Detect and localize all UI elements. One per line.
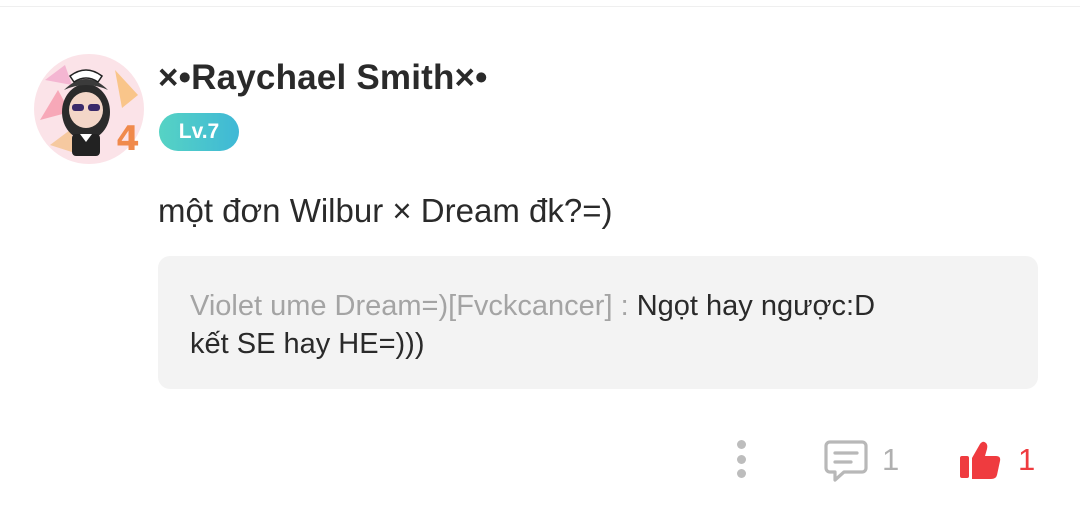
more-vertical-icon-dot [736,469,746,478]
more-vertical-icon-dot [736,454,746,464]
reply-button[interactable]: 1 [822,434,899,486]
quote-author: Violet ume Dream=)[Fvckcancer] : [190,290,629,322]
like-count: 1 [1018,442,1036,477]
like-button[interactable]: 1 [958,434,1035,486]
quoted-reply[interactable]: Violet ume Dream=)[Fvckcancer] : Ngọt ha… [158,256,1038,389]
quote-line-1: Violet ume Dream=)[Fvckcancer] : Ngọt ha… [190,290,875,323]
thumbs-up-icon [960,441,1001,479]
comment-bubble-icon [824,440,868,482]
top-divider [0,6,1080,7]
quote-text-line2: kết SE hay HE=))) [190,328,425,360]
avatar[interactable]: 4 [30,50,148,168]
quote-text-line1: Ngọt hay ngược:D [636,290,876,322]
more-vertical-icon [736,440,746,449]
svg-text:4: 4 [116,119,140,159]
more-options-button[interactable] [722,436,760,482]
avatar-image: 4 [34,54,144,164]
level-badge: Lv.7 [159,113,239,151]
reply-count: 1 [882,442,900,477]
username[interactable]: ×•Raychael Smith×• [158,58,488,98]
comment-text: một đơn Wilbur × Dream đk?=) [158,192,613,229]
